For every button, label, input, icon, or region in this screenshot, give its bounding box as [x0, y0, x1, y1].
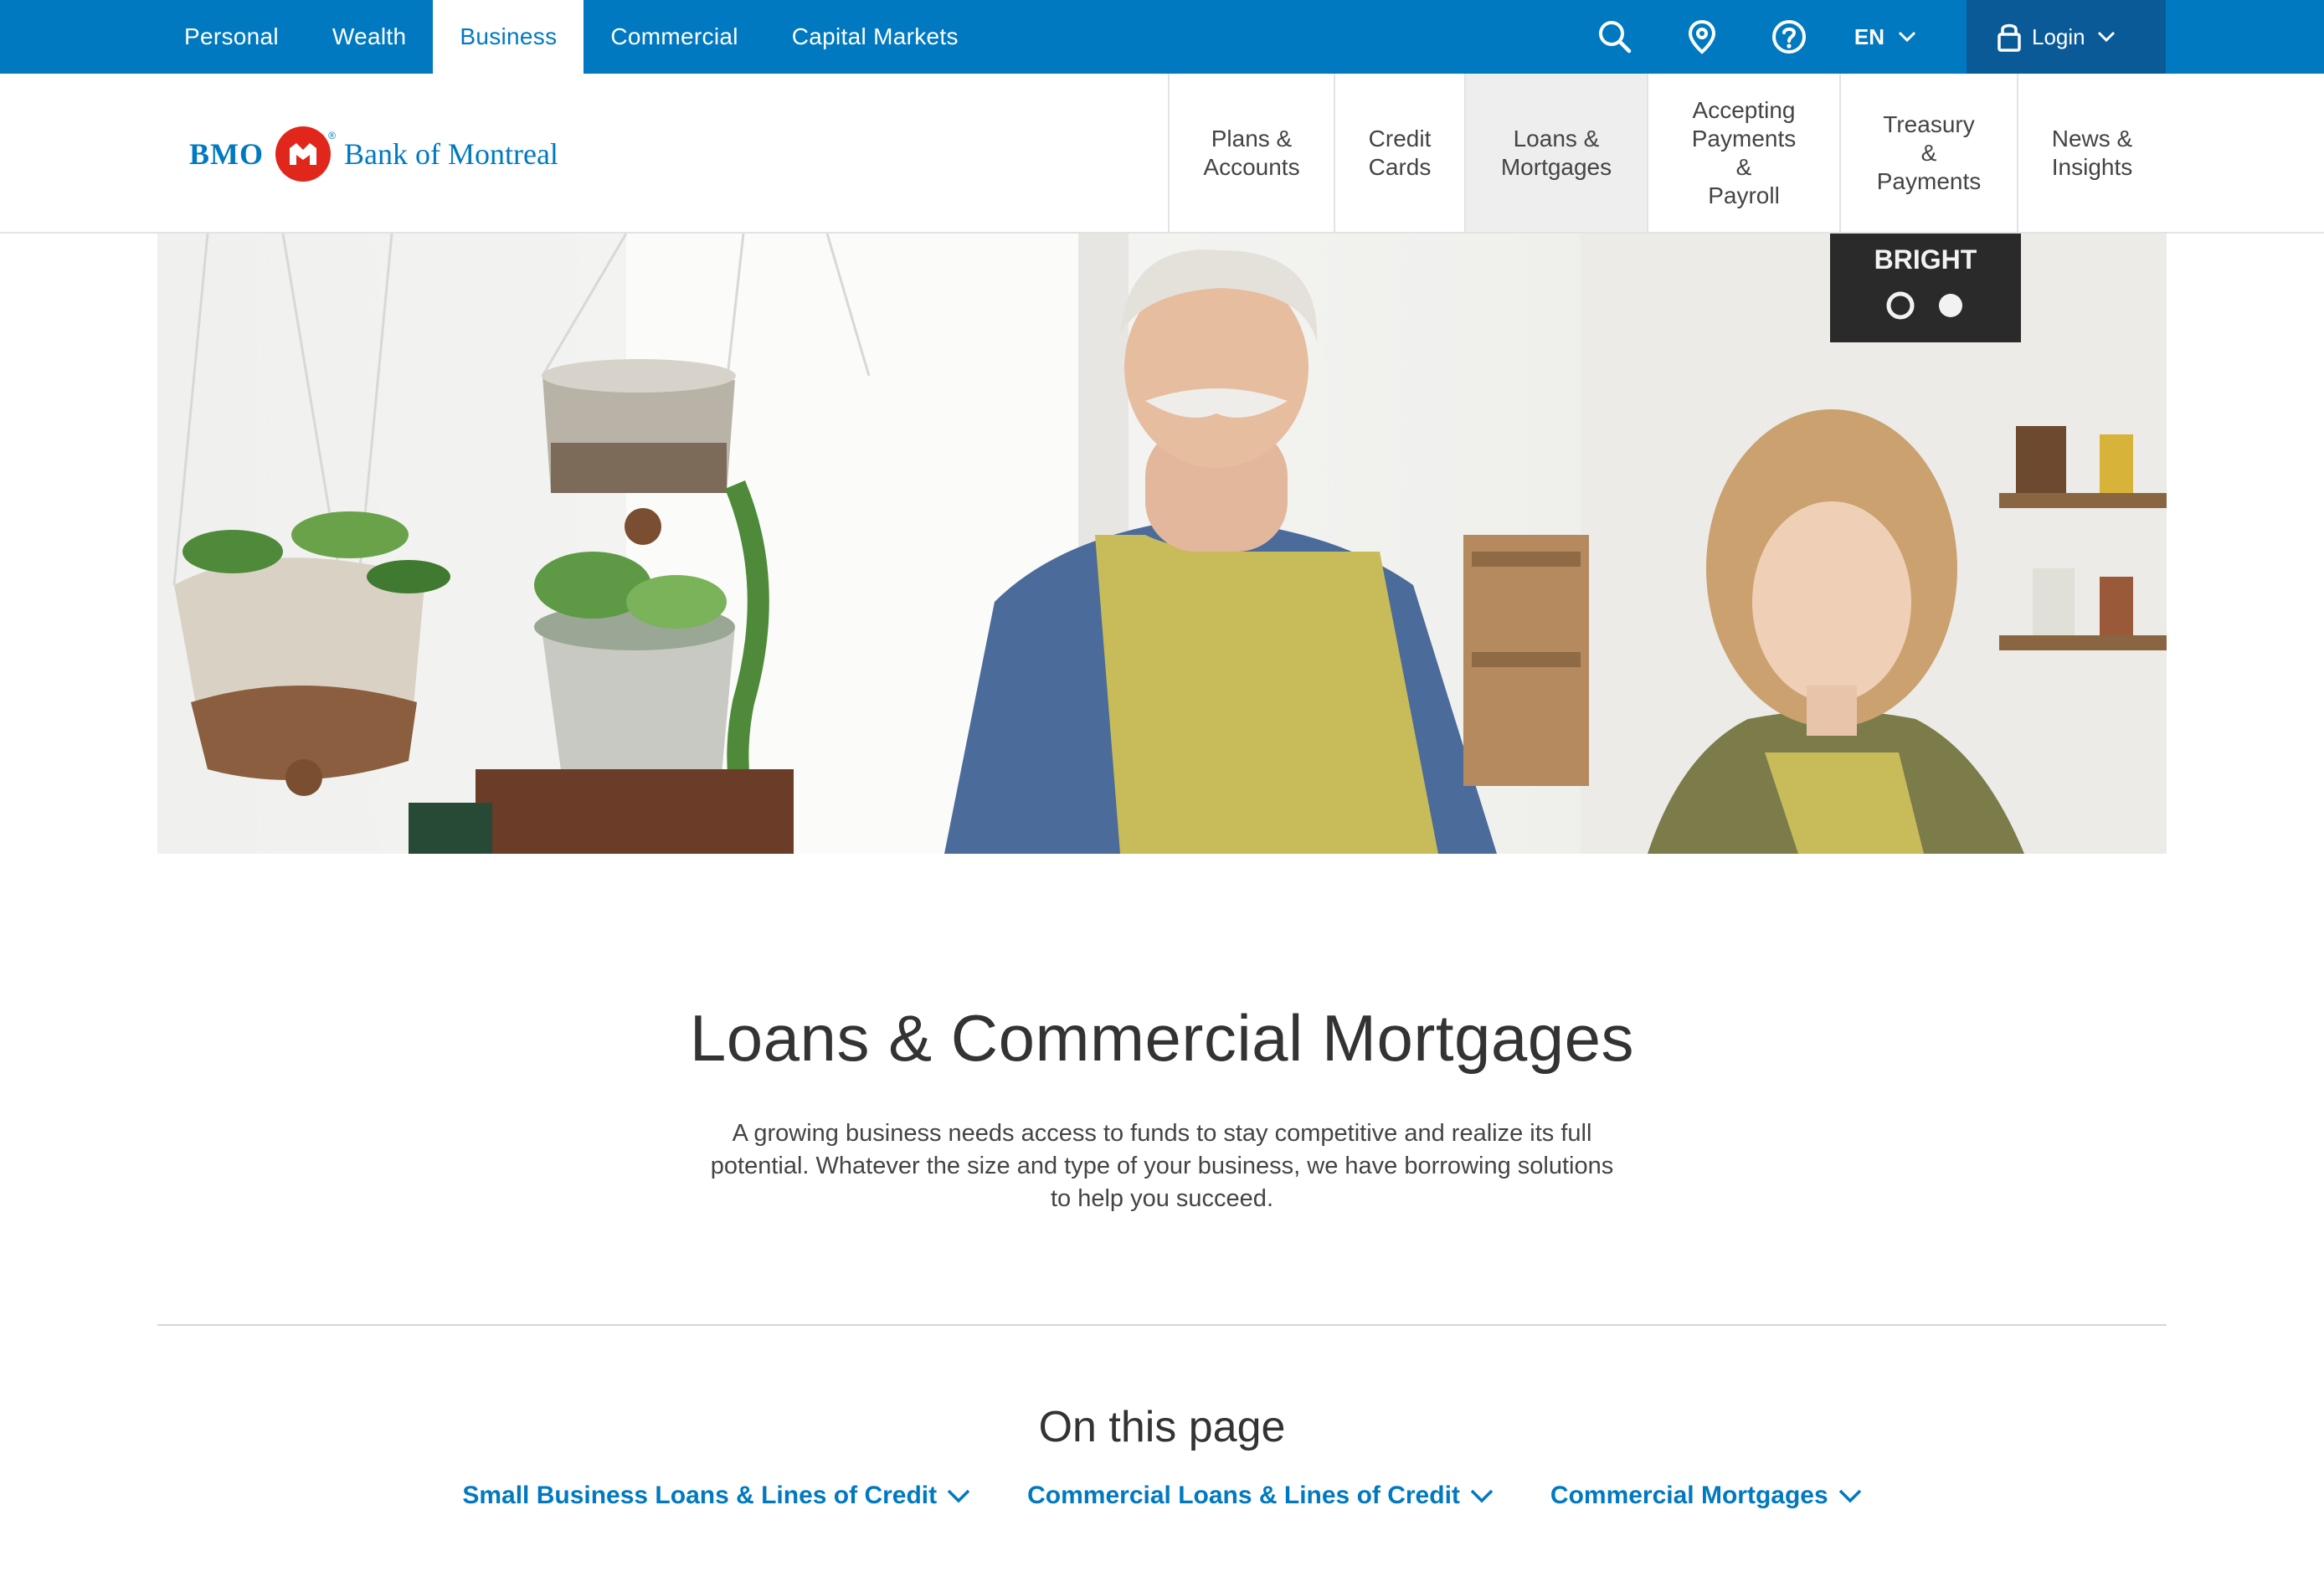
- nav-loans-mortgages[interactable]: Loans & Mortgages: [1464, 74, 1647, 232]
- nav-accepting-payments[interactable]: Accepting Payments & Payroll: [1647, 74, 1839, 232]
- logo-bank-name: Bank of Montreal: [344, 137, 558, 171]
- login-button[interactable]: Login: [1967, 0, 2166, 74]
- nav-label: News & Insights: [2051, 125, 2133, 180]
- top-bar: Personal Wealth Business Commercial Capi…: [0, 0, 2324, 74]
- nav-label: Treasury & Payments: [1876, 110, 1982, 194]
- bright-sign-text: BRIGHT: [1874, 244, 1977, 275]
- chevron-down-icon: [2097, 31, 2115, 43]
- on-this-page-heading: On this page: [1038, 1403, 1286, 1451]
- anchor-label: Commercial Loans & Lines of Credit: [1027, 1482, 1460, 1509]
- lock-icon: [1998, 23, 2021, 52]
- login-label: Login: [2032, 23, 2085, 49]
- nav-label: Loans & Mortgages: [1500, 125, 1612, 180]
- tab-capital-markets[interactable]: Capital Markets: [765, 0, 985, 74]
- anchor-label: Small Business Loans & Lines of Credit: [462, 1482, 938, 1509]
- on-this-page-links: Small Business Loans & Lines of Credit C…: [0, 1482, 2324, 1510]
- page-title: Loans & Commercial Mortgages: [689, 1001, 1635, 1075]
- anchor-small-business-loans[interactable]: Small Business Loans & Lines of Credit: [462, 1482, 970, 1510]
- location-pin-icon[interactable]: [1680, 0, 1724, 74]
- language-selector[interactable]: EN: [1854, 24, 1916, 50]
- tab-commercial[interactable]: Commercial: [584, 0, 764, 74]
- hero-illustration: BRIGHT: [172, 234, 2167, 854]
- chevron-down-icon: [1898, 31, 1916, 43]
- nav-plans-accounts[interactable]: Plans & Accounts: [1168, 74, 1334, 232]
- anchor-commercial-loans[interactable]: Commercial Loans & Lines of Credit: [1027, 1482, 1494, 1510]
- nav-credit-cards[interactable]: Credit Cards: [1334, 74, 1464, 232]
- tab-business[interactable]: Business: [433, 0, 584, 74]
- tab-personal[interactable]: Personal: [157, 0, 306, 74]
- nav-treasury-payments[interactable]: Treasury & Payments: [1839, 74, 2017, 232]
- site-header: BMO ® Bank of Montreal Plans & Accounts …: [0, 74, 2324, 234]
- search-icon[interactable]: [1593, 0, 1637, 74]
- language-label: EN: [1854, 23, 1884, 49]
- tab-wealth[interactable]: Wealth: [306, 0, 433, 74]
- segment-tabs: Personal Wealth Business Commercial Capi…: [157, 0, 985, 74]
- utility-nav: EN Login: [1593, 0, 2324, 74]
- nav-label: Credit Cards: [1368, 125, 1432, 180]
- main-nav: Plans & Accounts Credit Cards Loans & Mo…: [1168, 74, 2166, 232]
- anchor-label: Commercial Mortgages: [1550, 1482, 1828, 1509]
- anchor-commercial-mortgages[interactable]: Commercial Mortgages: [1550, 1482, 1862, 1510]
- bmo-roundel-icon: ®: [275, 126, 336, 182]
- bmo-logo[interactable]: BMO ® Bank of Montreal: [189, 126, 558, 182]
- page-intro: A growing business needs access to funds…: [710, 1120, 1614, 1212]
- nav-label: Plans & Accounts: [1203, 125, 1300, 180]
- section-divider: [157, 1324, 2167, 1326]
- nav-label: Accepting Payments & Payroll: [1691, 96, 1797, 208]
- chevron-down-icon: [947, 1489, 970, 1503]
- chevron-down-icon: [1470, 1489, 1494, 1503]
- nav-news-insights[interactable]: News & Insights: [2017, 74, 2166, 232]
- question-circle-icon[interactable]: [1767, 0, 1811, 74]
- hero-image: BRIGHT: [157, 234, 2167, 854]
- logo-bmo-text: BMO: [189, 137, 264, 171]
- chevron-down-icon: [1838, 1489, 1861, 1503]
